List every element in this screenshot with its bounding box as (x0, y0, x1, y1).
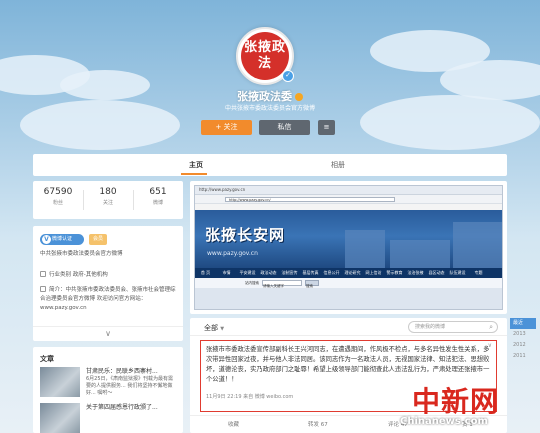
description-text: 简介：中共张掖市委政法委员会、张掖市社会管理综合治理委员会官方微博 欢迎访问官方… (40, 287, 176, 311)
building-shape (390, 240, 450, 268)
profile-tabs: 主页 相册 (33, 154, 507, 176)
website-search-row: 站内搜索请输入关键字 搜索 (195, 278, 502, 288)
stat-label: 关注 (102, 200, 113, 206)
favorite-button[interactable]: 收藏 (228, 420, 239, 428)
profile-header: 张掖政法 ✓ 张掖政法委 中共张掖市委政法委员会官方微博 + 关注 私信 ≡ (0, 0, 540, 148)
article-text: 关于第四届感恩行政颁了... (86, 404, 176, 412)
stat-value: 67590 (43, 187, 73, 197)
article-title: 关于第四届感恩行政颁了... (86, 404, 158, 411)
year-timeline: 最近 2013 2012 2011 (510, 318, 536, 378)
feed-filter-dropdown[interactable]: 全部 ▼ (204, 323, 224, 333)
feed-search-placeholder: 搜索我的微博 (415, 324, 446, 330)
profile-name-text: 张掖政法委 (237, 90, 292, 103)
profile-intro: 中共张掖市委政法委员会官方微博 (224, 105, 315, 112)
watermark: 中新网 Chinanews.com (400, 380, 540, 433)
articles-panel: 文章 甘肃民乐：民联乡西寨村... 6月25日，《肃南监狱报》刊载为最有需要的人提… (33, 347, 183, 433)
verification-badge-label: 微博认证 (52, 236, 73, 242)
building-shape (453, 222, 502, 268)
articles-title: 文章 (40, 355, 54, 363)
industry-line: 行业类别 政府-其他机构 (40, 271, 176, 280)
message-button[interactable]: 私信 (259, 120, 310, 135)
article-title: 甘肃民乐：民联乡西寨村... (86, 368, 158, 375)
tab-active-indicator (181, 173, 207, 175)
feed-search-input[interactable]: 搜索我的微博 ⌕ (408, 321, 498, 333)
stat-label: 微博 (152, 200, 163, 206)
website-nav-item: 市情 (222, 270, 231, 275)
repost-button[interactable]: 转发 67 (308, 420, 328, 428)
profile-name: 张掖政法委 (0, 88, 540, 104)
vip-badge[interactable]: 会员 (89, 234, 107, 245)
feed-image-panel: http://www.pazy.gov.cn http://www.pazy.g… (190, 181, 507, 314)
year-item[interactable]: 2012 (510, 340, 536, 351)
stats-panel: 67590 粉丝 180 关注 651 微博 (33, 181, 183, 219)
website-nav-item: 平安建设 (239, 270, 256, 275)
browser-title-bar: http://www.pazy.gov.cn (195, 186, 502, 194)
website-content: 张掖长安网 www.pazy.gov.cn 首 页 市情 平安建设 政法动态 法制宣传基… (195, 210, 502, 309)
post-text: 张掖市市委政法委宣传部副科长王兴河同志，在遭遇期间，作风极不检点，与多名异性发生… (206, 346, 490, 383)
article-thumbnail (40, 367, 80, 397)
website-search-label: 站内搜索 (245, 281, 259, 285)
website-nav-item: 首 页 (200, 270, 211, 275)
website-nav-item: 县区动态 (428, 270, 445, 275)
website-search-button: 搜索 (305, 280, 319, 288)
article-text: 甘肃民乐：民联乡西寨村... 6月25日，《肃南监狱报》刊载为最有需要的人提供服务… (86, 368, 176, 397)
tab-album[interactable]: 相册 (331, 160, 345, 170)
website-nav: 首 页 市情 平安建设 政法动态 法制宣传 基层传真 信息公开 理论研究 网上信访 警示教育 法治张… (195, 268, 502, 278)
year-item[interactable]: 2013 (510, 329, 536, 340)
year-item[interactable]: 最近 (510, 318, 536, 329)
search-icon[interactable]: ⌕ (489, 322, 493, 332)
follow-button[interactable]: + 关注 (201, 120, 252, 135)
browser-address-bar: http://www.pazy.gov.cn/ (195, 194, 502, 203)
verified-badge-icon (295, 93, 303, 101)
article-item[interactable]: 甘肃民乐：民联乡西寨村... 6月25日，《肃南监狱报》刊载为最有需要的人提供服务… (40, 367, 180, 397)
article-snippet: 6月25日，《肃南监狱报》刊载为最有需要的人提供服务... 我们将坚持不懈地做好… (86, 376, 174, 396)
website-nav-item: 法制宣传 (281, 270, 298, 275)
building-shape (345, 230, 385, 268)
document-icon (40, 286, 46, 292)
website-nav-item: 理论研究 (344, 270, 361, 275)
website-title: 张掖长安网 (205, 226, 286, 244)
feed-header: 全部 ▼ 搜索我的微博 ⌕ (190, 318, 507, 336)
stat-following[interactable]: 180 关注 (83, 187, 133, 206)
website-search-box: 请输入关键字 (262, 280, 302, 288)
stat-value: 180 (99, 187, 117, 197)
year-item[interactable]: 2011 (510, 351, 536, 362)
website-url: www.pazy.gov.cn (207, 250, 258, 257)
more-menu-button[interactable]: ≡ (318, 120, 335, 135)
website-nav-item: 法治张掖 (407, 270, 424, 275)
chevron-down-icon: ▼ (220, 326, 225, 332)
verification-badge[interactable]: V 微博认证 (40, 234, 84, 245)
website-body (195, 288, 502, 309)
expand-chevron-icon[interactable]: ∨ (33, 326, 183, 341)
website-banner: 张掖长安网 www.pazy.gov.cn (195, 210, 502, 268)
stat-posts[interactable]: 651 微博 (133, 187, 183, 206)
browser-url: http://www.pazy.gov.cn/ (225, 197, 395, 202)
industry-text: 行业类别 政府-其他机构 (49, 272, 108, 278)
browser-screenshot: http://www.pazy.gov.cn http://www.pazy.g… (194, 185, 503, 310)
article-thumbnail (40, 403, 80, 433)
stat-value: 651 (149, 187, 167, 197)
website-nav-item: 警示教育 (386, 270, 403, 275)
website-nav-item: 网上信访 (365, 270, 382, 275)
post-meta: 11月9日 22:19 来自 微博 weibo.com (206, 394, 294, 400)
website-nav-item: 政法动态 (260, 270, 277, 275)
website-nav-item: 信息公开 (323, 270, 340, 275)
article-item[interactable]: 关于第四届感恩行政颁了... (40, 403, 180, 433)
watermark-en: Chinanews.com (400, 416, 488, 427)
website-nav-item: 基层传真 (302, 270, 319, 275)
verified-icon: ✓ (282, 70, 294, 82)
tab-home[interactable]: 主页 (189, 160, 203, 170)
browser-toolbar (195, 203, 502, 210)
website-nav-item: 专题 (474, 270, 483, 275)
briefcase-icon (40, 271, 46, 277)
stat-followers[interactable]: 67590 粉丝 (33, 187, 83, 206)
stat-label: 粉丝 (52, 200, 63, 206)
feed-filter-label: 全部 (204, 324, 218, 332)
description-line: 简介：中共张掖市委政法委员会、张掖市社会管理综合治理委员会官方微博 欢迎访问官方… (40, 286, 176, 313)
watermark-cn: 中新网 (412, 385, 500, 418)
website-nav-item: 队伍建设 (449, 270, 466, 275)
verified-v-icon: V (42, 235, 51, 244)
info-panel: V 微博认证 会员 中共张掖市委政法委员会官方微博 行业类别 政府-其他机构 简介… (33, 226, 183, 341)
verify-text: 中共张掖市委政法委员会官方微博 (40, 251, 123, 257)
